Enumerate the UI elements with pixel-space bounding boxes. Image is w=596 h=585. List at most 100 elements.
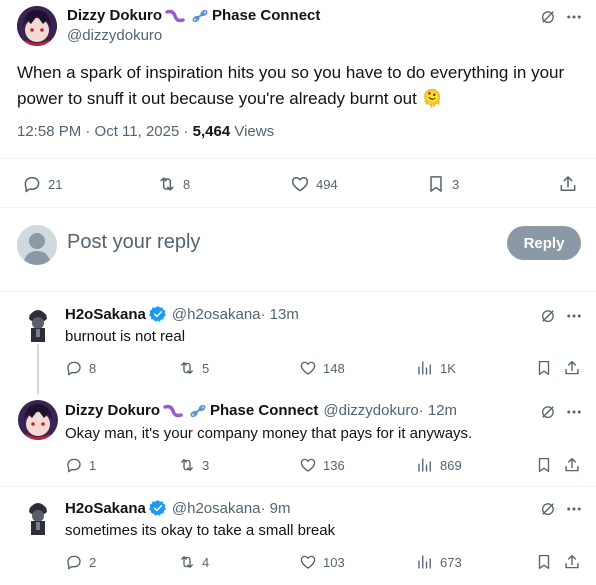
grok-icon[interactable] — [537, 305, 559, 327]
bookmark-action[interactable] — [535, 553, 553, 571]
repost-action[interactable]: 3 — [178, 456, 209, 474]
verified-icon — [148, 305, 167, 323]
reply-text: burnout is not real — [65, 328, 186, 345]
bookmark-icon — [426, 174, 446, 194]
like-action[interactable]: 494 — [290, 174, 338, 194]
author-handle[interactable]: @h2osakana — [172, 306, 261, 323]
like-count: 136 — [323, 457, 345, 473]
more-icon[interactable] — [563, 6, 585, 28]
author-display-name[interactable]: H2oSakana — [65, 306, 146, 323]
views-action[interactable]: 869 — [416, 456, 462, 474]
author-handle[interactable]: @h2osakana — [172, 500, 261, 517]
share-action[interactable] — [558, 174, 578, 194]
repost-action[interactable]: 8 — [157, 174, 190, 194]
share-icon — [558, 174, 578, 194]
author-name-row: H2oSakana @h2osakana · 13m — [65, 305, 299, 323]
tentacle-icon — [165, 8, 185, 24]
like-icon — [299, 456, 317, 474]
avatar[interactable] — [17, 6, 57, 46]
author-handle[interactable]: @dizzydokuro — [323, 402, 418, 419]
author-name-row: Dizzy Dokuro Phase Connect @dizzydokuro … — [65, 402, 457, 419]
like-count: 103 — [323, 554, 345, 570]
repost-count: 8 — [183, 176, 191, 192]
grok-icon[interactable] — [537, 401, 559, 423]
tweet-timestamp[interactable]: 12:58 PM · Oct 11, 2025 · — [17, 123, 193, 140]
views-icon — [416, 456, 434, 474]
author-name-row: H2oSakana @h2osakana · 9m — [65, 499, 291, 517]
bookmark-action[interactable]: 3 — [426, 174, 459, 194]
views-action[interactable]: 673 — [416, 553, 462, 571]
tweet-meta: 12:58 PM · Oct 11, 2025 · 5,464 Views — [17, 123, 274, 140]
repost-icon — [178, 456, 196, 474]
reply-icon — [65, 553, 83, 571]
bookmark-action[interactable] — [535, 359, 553, 377]
reply-icon — [22, 174, 42, 194]
divider — [0, 207, 596, 208]
more-icon[interactable] — [563, 305, 585, 327]
share-action[interactable] — [563, 359, 581, 377]
grok-icon[interactable] — [537, 498, 559, 520]
reply-text: sometimes its okay to take a small break — [65, 522, 336, 539]
author-affiliation: Phase Connect — [210, 402, 319, 419]
views-count: 1K — [440, 360, 456, 376]
like-action[interactable]: 103 — [299, 553, 345, 571]
views-icon — [416, 553, 434, 571]
reply-input[interactable]: Post your reply — [67, 231, 200, 254]
reply-timestamp[interactable]: · 12m — [419, 402, 457, 419]
repost-action[interactable]: 5 — [178, 359, 209, 377]
reply-action[interactable]: 1 — [65, 456, 96, 474]
more-icon[interactable] — [563, 498, 585, 520]
tweet-body: When a spark of inspiration hits you so … — [17, 63, 565, 108]
reply-text: Okay man, it's your company money that p… — [65, 425, 473, 442]
more-icon[interactable] — [563, 401, 585, 423]
share-action[interactable] — [563, 553, 581, 571]
reply-icon — [65, 359, 83, 377]
repost-count: 4 — [202, 554, 210, 570]
reply-count: 1 — [89, 457, 97, 473]
reply-icon — [65, 456, 83, 474]
reply-action[interactable]: 2 — [65, 553, 96, 571]
share-icon — [563, 359, 581, 377]
verified-icon — [148, 499, 167, 517]
reply-button[interactable]: Reply — [507, 226, 581, 260]
divider — [0, 158, 596, 159]
author-display-name[interactable]: H2oSakana — [65, 500, 146, 517]
avatar[interactable] — [19, 497, 57, 535]
reply-action[interactable]: 8 — [65, 359, 96, 377]
share-action[interactable] — [563, 456, 581, 474]
link-icon — [189, 403, 207, 419]
views-action[interactable]: 1K — [416, 359, 456, 377]
like-action[interactable]: 136 — [299, 456, 345, 474]
avatar[interactable] — [18, 400, 58, 440]
author-display-name[interactable]: Dizzy Dokuro — [67, 7, 162, 24]
repost-action[interactable]: 4 — [178, 553, 209, 571]
reply-timestamp[interactable]: · 9m — [261, 500, 291, 517]
author-display-name[interactable]: Dizzy Dokuro — [65, 402, 160, 419]
share-icon — [563, 456, 581, 474]
bookmark-icon — [535, 553, 553, 571]
repost-count: 5 — [202, 360, 210, 376]
share-icon — [563, 553, 581, 571]
reply-action[interactable]: 21 — [22, 174, 62, 194]
bookmark-count: 3 — [452, 176, 460, 192]
repost-icon — [178, 359, 196, 377]
author-name-row: Dizzy Dokuro Phase Connect — [67, 7, 320, 24]
avatar[interactable] — [19, 304, 57, 342]
repost-count: 3 — [202, 457, 210, 473]
repost-icon — [178, 553, 196, 571]
grok-icon[interactable] — [537, 6, 559, 28]
reply-tweet: H2oSakana @h2osakana · 9m sometimes its … — [0, 487, 596, 585]
like-action[interactable]: 148 — [299, 359, 345, 377]
tentacle-icon — [163, 403, 183, 419]
reply-count: 2 — [89, 554, 97, 570]
reply-timestamp[interactable]: · 13m — [261, 306, 299, 323]
like-icon — [290, 174, 310, 194]
bookmark-action[interactable] — [535, 456, 553, 474]
views-icon — [416, 359, 434, 377]
like-count: 148 — [323, 360, 345, 376]
author-handle[interactable]: @dizzydokuro — [67, 27, 162, 44]
thread-line — [37, 344, 39, 394]
like-icon — [299, 553, 317, 571]
views-count: 5,464 — [192, 123, 231, 140]
like-icon — [299, 359, 317, 377]
